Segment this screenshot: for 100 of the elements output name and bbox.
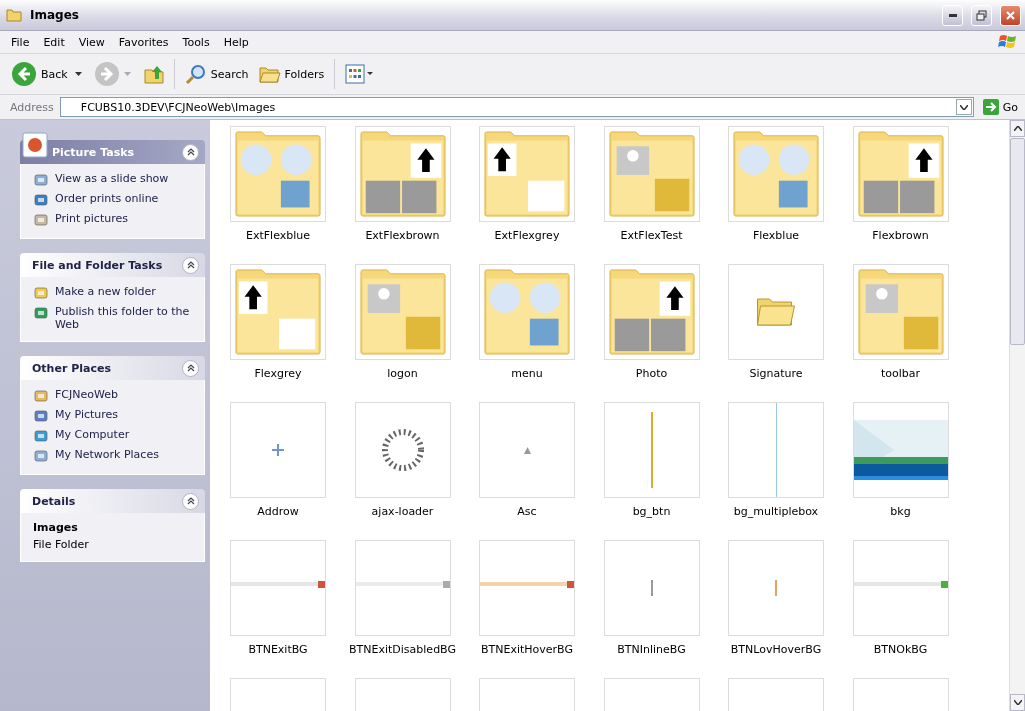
file-name: ajax-loader	[371, 505, 434, 518]
task-icon	[33, 192, 49, 208]
scrollbar-thumb[interactable]	[1010, 138, 1025, 345]
file-name: BTNExitBG	[248, 643, 308, 656]
file-thumbnail[interactable]	[479, 540, 575, 636]
file-name: bkg	[890, 505, 911, 518]
file-name: Signature	[749, 367, 803, 380]
task-link[interactable]: Print pictures	[33, 212, 194, 228]
address-field[interactable]: FCUBS10.3DEV\FCJNeoWeb\Images	[59, 97, 974, 117]
file-name: ExtFlexgrey	[494, 229, 560, 242]
collapse-button[interactable]	[182, 256, 199, 274]
caret-icon	[1013, 126, 1022, 131]
caret-icon	[959, 104, 968, 110]
file-name: Flexbrown	[872, 229, 929, 242]
task-link[interactable]: My Computer	[33, 428, 194, 444]
file-thumbnail[interactable]	[354, 402, 451, 498]
file-thumbnail[interactable]	[354, 540, 451, 636]
caret-icon	[1013, 700, 1022, 705]
details-type: File Folder	[33, 538, 90, 551]
go-button[interactable]: Go	[979, 97, 1021, 117]
file-name: BTNLovHoverBG	[730, 643, 822, 656]
file-thumbnail[interactable]	[230, 540, 326, 636]
panel-title: Other Places	[32, 361, 112, 375]
back-button[interactable]: Back	[8, 59, 71, 89]
restore-button[interactable]	[971, 4, 992, 26]
file-name: Flexblue	[752, 229, 800, 242]
task-link[interactable]: Order prints online	[33, 192, 194, 208]
task-icon	[33, 428, 49, 444]
line-drawing	[650, 580, 653, 596]
file-name: Addrow	[257, 505, 299, 518]
menu-item[interactable]: Edit	[36, 35, 72, 49]
file-thumbnail[interactable]	[728, 540, 824, 636]
file-thumbnail[interactable]	[603, 402, 700, 498]
collapse-button[interactable]	[182, 492, 199, 510]
file-thumbnail[interactable]	[728, 264, 824, 360]
menu-item[interactable]: View	[71, 35, 112, 49]
address-label: Address	[10, 100, 54, 114]
minimize-button[interactable]	[942, 4, 963, 26]
file-thumbnail[interactable]	[728, 402, 824, 498]
file-name: menu	[511, 367, 543, 380]
file-name: ExtFlexTest	[620, 229, 683, 242]
file-name: BTNExitHoverBG	[481, 643, 573, 656]
task-link[interactable]: Make a new folder	[33, 285, 194, 301]
spinner-icon	[380, 428, 425, 472]
folder-icon	[6, 8, 22, 22]
views-icon	[345, 64, 376, 84]
file-thumbnail[interactable]	[852, 402, 949, 498]
file-name: BTNInlineBG	[617, 643, 686, 656]
panel-title: File and Folder Tasks	[32, 258, 164, 272]
close-button[interactable]	[1000, 4, 1021, 26]
window-title: Images	[30, 8, 80, 22]
search-icon	[184, 63, 207, 85]
collapse-button[interactable]	[182, 143, 199, 161]
dropdown-button[interactable]	[955, 99, 972, 115]
file-name: bg_btn	[632, 505, 671, 518]
file-name: Photo	[635, 367, 668, 380]
task-link[interactable]: FCJNeoWeb	[33, 388, 194, 404]
file-name: BTNExitDisabledBG	[349, 643, 456, 656]
task-link[interactable]: View as a slide show	[33, 172, 194, 188]
file-thumbnail[interactable]	[230, 402, 326, 498]
collapse-button[interactable]	[182, 359, 199, 377]
scroll-down-button[interactable]	[1010, 694, 1025, 711]
caret-icon[interactable]	[74, 72, 82, 76]
file-name: BTNOkBG	[873, 643, 928, 656]
file-name: bg_multiplebox	[733, 505, 819, 518]
folders-icon	[258, 64, 281, 84]
close-icon	[1005, 9, 1016, 21]
windows-logo	[997, 33, 1019, 51]
search-button[interactable]: Search	[181, 61, 252, 87]
line-drawing	[775, 580, 777, 596]
details-name: Images	[33, 521, 79, 534]
chevron-icon	[186, 261, 195, 269]
chevron-icon	[186, 364, 195, 372]
task-link[interactable]: My Pictures	[33, 408, 194, 424]
folders-button[interactable]: Folders	[255, 62, 328, 86]
picture-icon	[22, 132, 48, 158]
file-name: ExtFlexblue	[246, 229, 310, 242]
file-thumbnail[interactable]	[852, 540, 949, 636]
menu-item[interactable]: File	[4, 35, 37, 49]
task-icon	[33, 212, 49, 228]
file-name: ExtFlexbrown	[365, 229, 440, 242]
file-thumbnail[interactable]	[479, 402, 575, 498]
task-icon	[33, 448, 49, 464]
file-name: logon	[387, 367, 418, 380]
menu-item[interactable]: Favorites	[111, 35, 176, 49]
folder-icon	[757, 298, 795, 326]
menu-item[interactable]: Tools	[175, 35, 217, 49]
minimize-icon	[948, 13, 957, 17]
task-icon	[33, 305, 49, 321]
go-arrow-icon	[982, 99, 999, 115]
triangle-icon	[523, 446, 531, 454]
task-icon	[33, 172, 49, 188]
scroll-up-button[interactable]	[1010, 120, 1025, 137]
task-link[interactable]: Publish this folder to the Web	[33, 305, 194, 331]
restore-icon	[976, 9, 987, 21]
menu-item[interactable]: Help	[216, 35, 256, 49]
task-link[interactable]: My Network Places	[33, 448, 194, 464]
file-thumbnail[interactable]	[603, 540, 700, 636]
chevron-icon	[186, 148, 195, 156]
file-name: toolbar	[880, 367, 921, 380]
